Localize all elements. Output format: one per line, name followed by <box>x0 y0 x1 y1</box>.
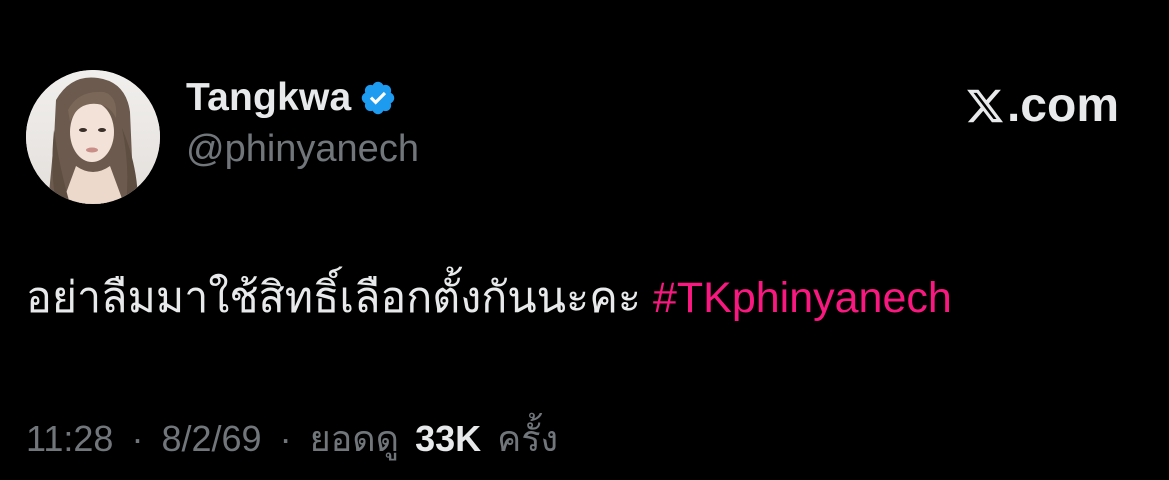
verified-badge-icon[interactable] <box>359 79 397 117</box>
views-unit: ครั้ง <box>497 418 559 459</box>
views-count[interactable]: 33K <box>415 418 481 459</box>
separator-dot: · <box>131 418 144 459</box>
display-name[interactable]: Tangkwa <box>186 73 351 123</box>
x-logo-icon <box>965 86 1005 126</box>
tweet-body: อย่าลืมมาใช้สิทธิ์เลือกตั้งกันนะคะ <box>26 274 641 322</box>
separator-dot: · <box>279 418 292 459</box>
tweet-meta: 11:28 · 8/2/69 · ยอดดู 33K ครั้ง <box>26 415 558 463</box>
profile-photo-icon <box>26 70 160 204</box>
user-handle[interactable]: @phinyanech <box>186 125 419 173</box>
avatar[interactable] <box>26 70 160 204</box>
tweet-date[interactable]: 8/2/69 <box>161 418 261 459</box>
tweet-time[interactable]: 11:28 <box>26 418 113 459</box>
views-label: ยอดดู <box>309 418 400 459</box>
hashtag-link[interactable]: #TKphinyanech <box>653 274 952 322</box>
x-domain-text: .com <box>1006 79 1119 132</box>
x-brand[interactable]: .com <box>965 80 1119 132</box>
tweet-card: Tangkwa @phinyanech .com อย่าลืมมาใช้สิท… <box>0 0 1169 480</box>
tweet-text: อย่าลืมมาใช้สิทธิ์เลือกตั้งกันนะคะ #TKphi… <box>26 270 952 326</box>
display-name-row[interactable]: Tangkwa <box>186 73 397 123</box>
